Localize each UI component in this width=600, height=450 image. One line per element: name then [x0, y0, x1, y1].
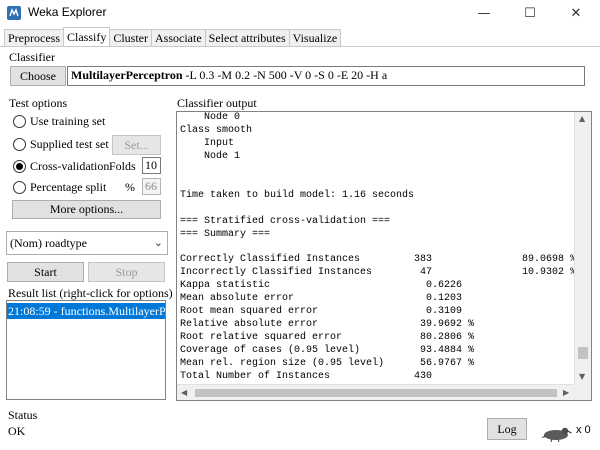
- result-list[interactable]: 21:08:59 - functions.MultilayerPerceptro…: [6, 300, 166, 400]
- status-label: Status: [8, 408, 38, 422]
- tab-divider: [0, 46, 600, 47]
- title-bar: Weka Explorer — ☐ ✕: [0, 0, 600, 26]
- bird-count: x 0: [576, 424, 591, 436]
- scroll-left-arrow-icon[interactable]: ◀: [181, 388, 187, 397]
- tab-classify[interactable]: Classify: [62, 27, 111, 47]
- supplied-test-set-radio[interactable]: [13, 138, 26, 151]
- use-training-set-option[interactable]: Use training set: [13, 114, 105, 129]
- classifier-name: MultilayerPerceptron: [71, 68, 183, 82]
- minimize-button[interactable]: —: [461, 0, 507, 26]
- weka-bird-icon[interactable]: [540, 424, 572, 442]
- classifier-output-text: Node 0 Class smooth Input Node 1 Time ta…: [180, 112, 576, 383]
- weka-app-icon: [7, 6, 21, 20]
- percentage-split-radio[interactable]: [13, 181, 26, 194]
- classifier-config-field[interactable]: MultilayerPerceptron -L 0.3 -M 0.2 -N 50…: [67, 66, 585, 86]
- tab-associate[interactable]: Associate: [151, 29, 206, 47]
- maximize-button[interactable]: ☐: [507, 0, 553, 26]
- cross-validation-label: Cross-validation: [30, 159, 110, 173]
- tab-select-attributes[interactable]: Select attributes: [204, 29, 290, 47]
- class-attribute-select[interactable]: (Nom) roadtype ⌄: [6, 231, 168, 255]
- stop-button[interactable]: Stop: [88, 262, 165, 282]
- classifier-options: -L 0.3 -M 0.2 -N 500 -V 0 -S 0 -E 20 -H …: [182, 68, 388, 82]
- more-options-button[interactable]: More options...: [12, 200, 161, 219]
- chevron-down-icon: ⌄: [153, 236, 163, 249]
- tab-bar: Preprocess Classify Cluster Associate Se…: [4, 27, 342, 47]
- cross-validation-radio[interactable]: [13, 160, 26, 173]
- tab-visualize[interactable]: Visualize: [288, 29, 342, 47]
- classifier-output-panel[interactable]: Node 0 Class smooth Input Node 1 Time ta…: [176, 111, 592, 401]
- horizontal-scrollbar[interactable]: ◀ ▶: [177, 384, 575, 400]
- percent-symbol: %: [125, 180, 135, 194]
- result-list-label: Result list (right-click for options): [8, 286, 173, 300]
- scroll-right-arrow-icon[interactable]: ▶: [563, 388, 569, 397]
- test-options-label: Test options: [9, 96, 68, 110]
- horizontal-scroll-thumb[interactable]: [195, 389, 557, 397]
- percent-split-input[interactable]: 66: [142, 178, 161, 195]
- supplied-test-set-option[interactable]: Supplied test set: [13, 137, 109, 152]
- close-button[interactable]: ✕: [553, 0, 599, 26]
- cross-validation-option[interactable]: Cross-validation: [13, 159, 109, 174]
- window-title: Weka Explorer: [28, 5, 107, 19]
- vertical-scroll-thumb[interactable]: [578, 347, 588, 359]
- scrollbar-corner: [574, 384, 591, 400]
- tab-cluster[interactable]: Cluster: [109, 29, 152, 47]
- status-text: OK: [8, 424, 26, 438]
- class-attribute-value: (Nom) roadtype: [10, 236, 87, 250]
- scroll-down-arrow-icon[interactable]: ▼: [579, 372, 585, 381]
- classifier-section-label: Classifier: [9, 50, 55, 64]
- set-test-set-button[interactable]: Set...: [112, 135, 161, 155]
- folds-input[interactable]: 10: [142, 157, 161, 174]
- scroll-up-arrow-icon[interactable]: ▲: [579, 114, 585, 123]
- percentage-split-label: Percentage split: [30, 180, 107, 194]
- result-list-item[interactable]: 21:08:59 - functions.MultilayerPerceptro…: [7, 303, 165, 319]
- use-training-set-radio[interactable]: [13, 115, 26, 128]
- use-training-set-label: Use training set: [30, 114, 106, 128]
- choose-button[interactable]: Choose: [10, 66, 66, 86]
- classifier-output-label: Classifier output: [177, 96, 257, 110]
- tab-preprocess[interactable]: Preprocess: [4, 29, 64, 47]
- supplied-test-set-label: Supplied test set: [30, 137, 109, 151]
- folds-label: Folds: [109, 159, 136, 173]
- log-button[interactable]: Log: [487, 418, 527, 440]
- start-button[interactable]: Start: [7, 262, 84, 282]
- vertical-scrollbar[interactable]: ▲ ▼: [574, 112, 591, 385]
- percentage-split-option[interactable]: Percentage split: [13, 180, 106, 195]
